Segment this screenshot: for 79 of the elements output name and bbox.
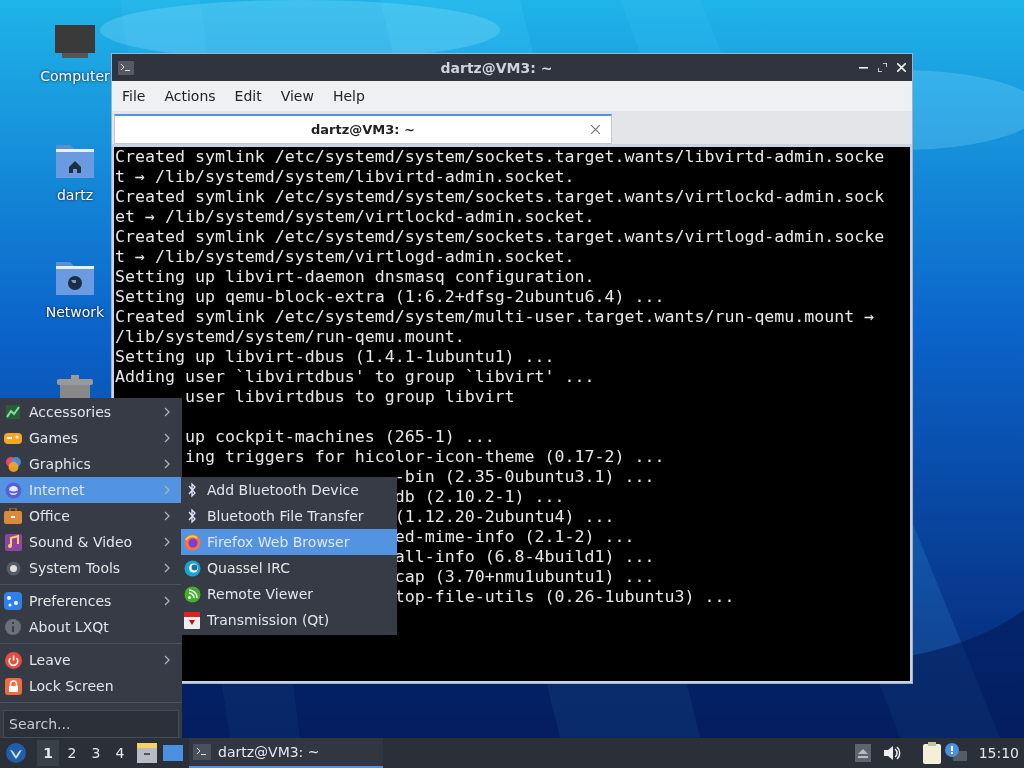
terminal-line: Created symlink /etc/systemd/system/sockets.target.wants/libvirtd-admin.socke bbox=[115, 147, 885, 166]
terminal-line: Created symlink /etc/systemd/system/sockets.target.wants/virtlockd-admin.sock bbox=[115, 187, 885, 206]
terminal-line: ing triggers for hicolor-icon-theme (0.17-2) ... bbox=[184, 447, 665, 466]
icon-label[interactable]: Network bbox=[45, 304, 105, 320]
terminal-line: Setting up qemu-block-extra (1:6.2+dfsg-2ubuntu6.4) ... bbox=[115, 287, 665, 306]
menu-item[interactable]: Office bbox=[0, 503, 182, 529]
terminal-line: up cockpit-machines (265-1) ... bbox=[184, 427, 495, 446]
task-button[interactable]: dartz@VM3: ~ bbox=[189, 738, 383, 768]
browser-icon bbox=[183, 533, 201, 551]
menu-item[interactable]: File bbox=[122, 88, 159, 104]
maximize-icon[interactable] bbox=[878, 63, 887, 72]
menu-item[interactable]: Help bbox=[332, 88, 378, 104]
terminal-line: user libvirtdbus to group libvirt bbox=[184, 387, 515, 406]
terminal-line: Created symlink /etc/systemd/system/sockets.target.wants/virtlogd-admin.socke bbox=[115, 227, 885, 246]
media-icon bbox=[4, 533, 22, 551]
terminal-line: cap (3.70+nmu1ubuntu1) ... bbox=[394, 567, 655, 586]
clipboard-icon[interactable] bbox=[922, 742, 941, 764]
terminal-line: ed-mime-info (2.1-2) ... bbox=[394, 527, 635, 546]
settings-icon bbox=[4, 592, 22, 610]
monitor-icon bbox=[54, 24, 96, 60]
terminal-line: all-info (6.8-4build1) ... bbox=[394, 547, 655, 566]
desktop-switch-button[interactable]: 1 bbox=[37, 740, 59, 766]
clock: 15:10 bbox=[978, 745, 1019, 761]
menu-item[interactable]: Transmission (Qt) bbox=[181, 607, 397, 633]
menu-item[interactable]: System Tools bbox=[0, 555, 182, 581]
desktop-switch-button[interactable]: 2 bbox=[61, 740, 83, 766]
search-field[interactable]: Search... bbox=[3, 710, 179, 738]
menu-item[interactable]: Remote Viewer bbox=[181, 581, 397, 607]
icon-label[interactable]: dartz bbox=[56, 187, 94, 203]
menu-item[interactable]: Lock Screen bbox=[0, 673, 182, 699]
menu-item[interactable]: Add Bluetooth Device bbox=[181, 477, 397, 503]
info-icon bbox=[5, 619, 21, 635]
menu-item[interactable]: Games bbox=[0, 425, 182, 451]
rss-icon bbox=[183, 585, 201, 603]
terminal-line: /lib/systemd/system/run-qemu.mount. bbox=[115, 327, 465, 346]
menu-item[interactable]: View bbox=[280, 88, 327, 104]
menu-item[interactable]: Preferences bbox=[0, 588, 182, 614]
palette-icon bbox=[4, 455, 22, 473]
terminal-icon bbox=[118, 60, 134, 75]
window-title: dartz@VM3: ~ bbox=[439, 59, 554, 76]
terminal-line: (1.12.20-2ubuntu4) ... bbox=[394, 507, 615, 526]
gear-icon bbox=[5, 560, 21, 576]
menu-item[interactable]: Sound & Video bbox=[0, 529, 182, 555]
briefcase-icon bbox=[4, 508, 22, 524]
menu-item[interactable]: About LXQt bbox=[0, 614, 182, 640]
terminal-line: t → /lib/systemd/system/libvirtd-admin.socket. bbox=[115, 167, 575, 186]
menu-item[interactable]: Bluetooth File Transfer bbox=[181, 503, 397, 529]
lock-icon bbox=[4, 677, 22, 695]
terminal-line: Adding user `libvirtdbus' to group `libvirt' ... bbox=[115, 367, 595, 386]
chat-icon bbox=[183, 559, 201, 577]
menu-item[interactable]: Leave bbox=[0, 647, 182, 673]
notification-icon[interactable] bbox=[944, 743, 967, 763]
menu-item[interactable]: Quassel IRC bbox=[181, 555, 397, 581]
menu-item[interactable]: Edit bbox=[234, 88, 275, 104]
desktop-switch-button[interactable]: 4 bbox=[109, 740, 131, 766]
logo-icon[interactable] bbox=[5, 742, 27, 764]
terminal-line: t → /lib/systemd/system/virtlogd-admin.socket. bbox=[115, 247, 575, 266]
menu-item[interactable]: Accessories bbox=[0, 399, 182, 425]
bluetooth-icon bbox=[186, 508, 198, 524]
menu-item[interactable]: Graphics bbox=[0, 451, 182, 477]
menu-item[interactable]: Actions bbox=[164, 88, 229, 104]
terminal-line: Setting up libvirt-dbus (1.4.1-1ubuntu1) ... bbox=[115, 347, 555, 366]
bluetooth-icon bbox=[186, 482, 198, 498]
transmission-icon bbox=[184, 611, 200, 629]
terminal-icon bbox=[193, 744, 211, 760]
eject-icon[interactable] bbox=[854, 744, 871, 762]
terminal-line: Created symlink /etc/systemd/system/multi-user.target.wants/run-qemu.mount → bbox=[115, 307, 875, 326]
volume-icon[interactable] bbox=[882, 745, 901, 761]
terminal-line: -bin (2.35-0ubuntu3.1) ... bbox=[394, 467, 655, 486]
terminal-line: top-file-utils (0.26-1ubuntu3) ... bbox=[394, 587, 735, 606]
terminal-line: et → /lib/systemd/system/virtlockd-admin.socket. bbox=[115, 207, 595, 226]
file-drawer-icon[interactable] bbox=[137, 743, 157, 763]
desktop-switch-button[interactable]: 3 bbox=[85, 740, 107, 766]
terminal-tab[interactable]: dartz@VM3: ~ bbox=[114, 114, 612, 144]
power-icon bbox=[4, 651, 22, 669]
gamepad-icon bbox=[4, 431, 22, 445]
terminal-line: Setting up libvirt-daemon dnsmasq configuration. bbox=[115, 267, 595, 286]
globe-icon bbox=[4, 481, 22, 499]
chart-icon bbox=[5, 404, 21, 420]
